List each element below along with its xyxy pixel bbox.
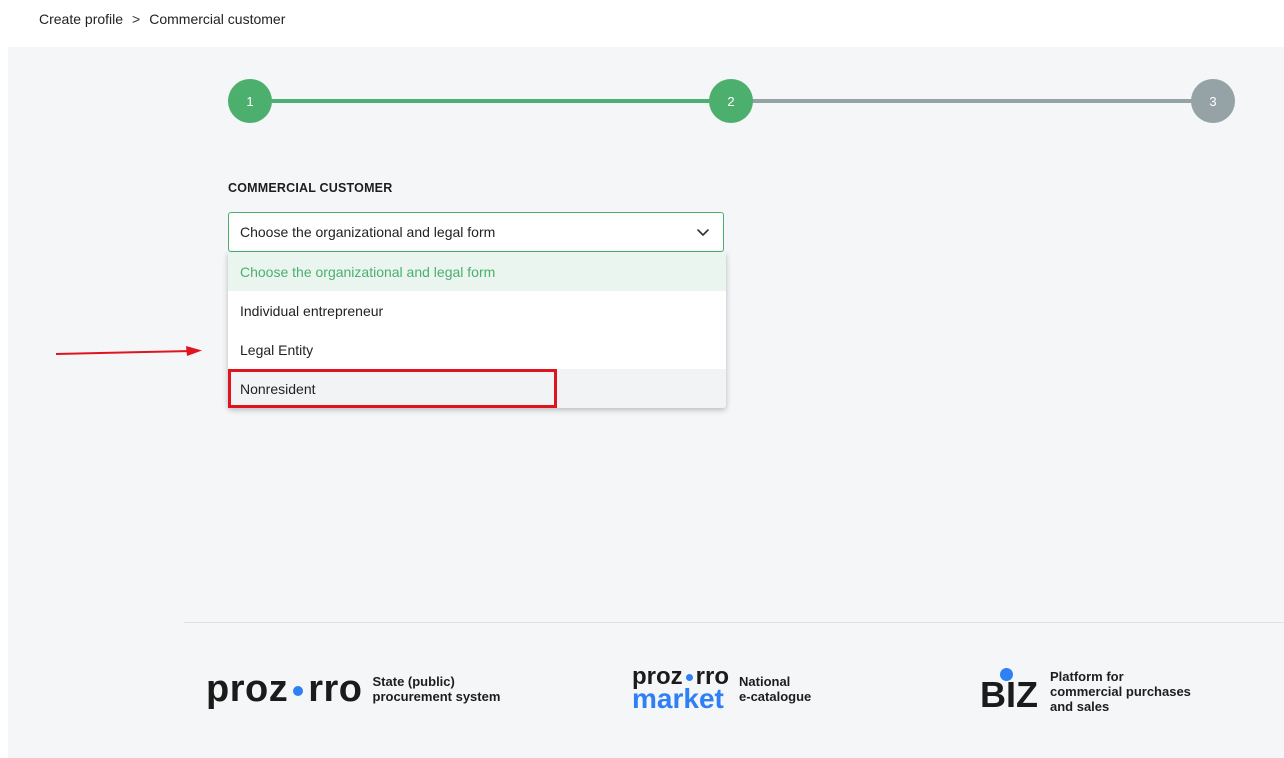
brand-market-description: National e-catalogue — [739, 674, 811, 704]
brand-prozorro-desc-2: procurement system — [372, 689, 501, 704]
footer-divider — [184, 622, 1284, 623]
brand-prozorro[interactable]: proz rro State (public) procurement syste… — [206, 670, 500, 708]
option-choose-form[interactable]: Choose the organizational and legal form — [228, 252, 726, 291]
breadcrumb-commercial-customer: Commercial customer — [149, 11, 286, 27]
step-2: 2 — [709, 79, 753, 123]
brand-biz[interactable]: BIZ Platform for commercial purchases an… — [980, 667, 1191, 714]
stepper-line-completed — [257, 99, 737, 103]
main-panel: 1 2 3 COMMERCIAL CUSTOMER Choose the org… — [8, 47, 1284, 758]
brand-market-desc-1: National — [739, 674, 791, 689]
legal-form-select-value: Choose the organizational and legal form — [240, 224, 496, 240]
brand-biz-desc-1: Platform for — [1050, 669, 1124, 684]
brand-prozorro-description: State (public) procurement system — [373, 674, 501, 704]
brand-biz-desc-2: commercial purchases — [1050, 684, 1191, 699]
stepper-line-pending — [737, 99, 1220, 103]
prozorro-market-logo: proz rro market — [632, 663, 730, 714]
legal-form-select[interactable]: Choose the organizational and legal form — [228, 212, 724, 252]
step-3: 3 — [1191, 79, 1235, 123]
annotation-arrow-icon — [56, 346, 202, 356]
option-individual-entrepreneur[interactable]: Individual entrepreneur — [228, 291, 726, 330]
brand-prozorro-market[interactable]: proz rro market National e-catalogue — [632, 665, 811, 713]
brand-biz-desc-3: and sales — [1050, 699, 1110, 714]
option-legal-entity[interactable]: Legal Entity — [228, 330, 726, 369]
brand-biz-description: Platform for commercial purchases and sa… — [1050, 669, 1191, 714]
section-title: COMMERCIAL CUSTOMER — [228, 181, 393, 195]
breadcrumb-separator: > — [132, 11, 141, 27]
breadcrumb-create-profile[interactable]: Create profile — [39, 11, 123, 27]
breadcrumb: Create profile > Commercial customer — [39, 11, 285, 27]
annotation-highlight-box — [228, 369, 557, 408]
biz-logo: BIZ — [980, 667, 1038, 713]
brand-prozorro-desc-1: State (public) — [372, 674, 455, 689]
prozorro-logo: proz rro — [206, 668, 363, 710]
chevron-down-icon — [697, 229, 709, 236]
step-1: 1 — [228, 79, 272, 123]
brand-market-desc-2: e-catalogue — [739, 689, 812, 704]
